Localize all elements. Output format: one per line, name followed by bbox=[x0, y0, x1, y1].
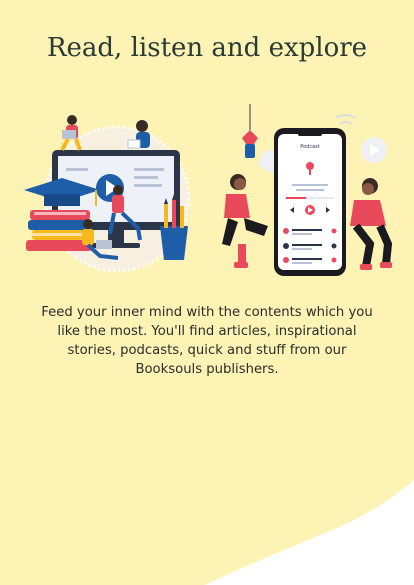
podcast-listening-illustration: Podcast bbox=[222, 104, 393, 276]
online-learning-illustration bbox=[24, 115, 191, 273]
onboarding-description: Feed your inner mind with the contents w… bbox=[41, 305, 373, 377]
onboarding-screen: Read, listen and explore Podcast Feed yo… bbox=[0, 0, 414, 585]
phone-header: Podcast bbox=[300, 144, 319, 150]
microphone-icon bbox=[306, 162, 314, 170]
page-title: Read, listen and explore bbox=[46, 33, 368, 63]
background-wave bbox=[0, 0, 414, 585]
